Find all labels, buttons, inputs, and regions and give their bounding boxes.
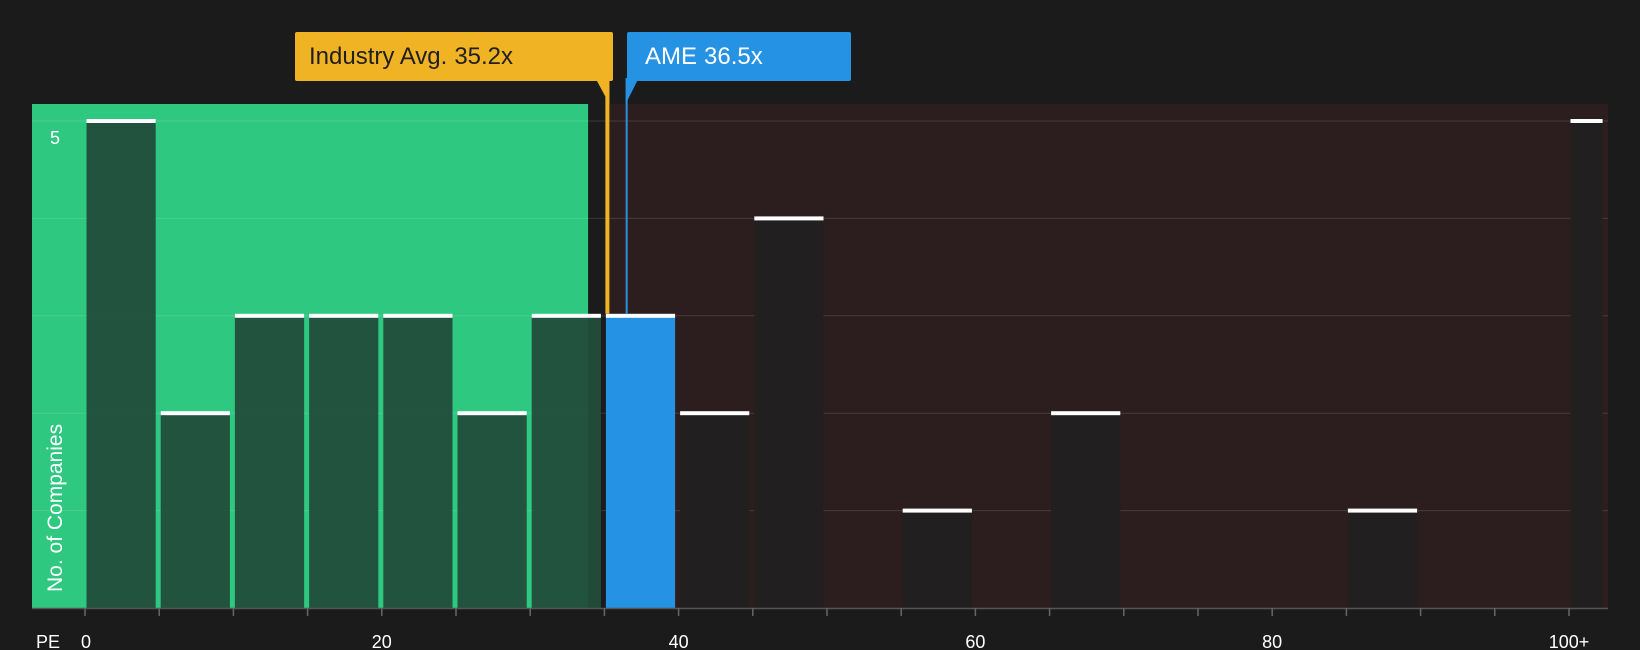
histogram-bar	[1051, 413, 1121, 608]
histogram-bar	[1347, 510, 1418, 608]
bar-top-cap	[754, 216, 824, 221]
bar-top-cap	[160, 411, 230, 416]
histogram-bar	[754, 218, 824, 608]
x-tick-label: 0	[81, 632, 91, 650]
bar-top-cap	[531, 313, 601, 318]
bar-top-cap	[680, 411, 750, 416]
histogram-bar	[457, 413, 527, 608]
histogram-bar	[309, 315, 379, 608]
histogram-bar	[383, 315, 453, 608]
bar-top-cap	[902, 508, 972, 513]
bar-top-cap	[1051, 411, 1121, 416]
x-axis-label: PE	[36, 632, 60, 650]
company-pe-value: 36.5x	[704, 42, 763, 70]
x-tick-label: 60	[965, 632, 985, 650]
histogram-bar	[160, 413, 230, 608]
x-tick-label: 40	[669, 632, 689, 650]
y-axis-label: No. of Companies	[44, 424, 67, 592]
bar-top-cap	[1347, 508, 1418, 513]
bar-top-cap	[605, 313, 676, 318]
x-tick-label: 20	[372, 632, 392, 650]
y-tick-label: 5	[50, 128, 60, 148]
bar-top-cap	[234, 313, 305, 318]
bar-top-cap	[383, 313, 453, 318]
pe-histogram-chart: 0 20 40 60 80 100+ 5 No. of Companies PE	[0, 0, 1640, 650]
x-tick-label: 80	[1262, 632, 1282, 650]
company-callout: AME 36.5x	[627, 32, 851, 81]
bar-top-cap	[1570, 119, 1603, 123]
industry-average-callout: Industry Avg. 35.2x	[295, 32, 613, 81]
histogram-bar	[86, 121, 156, 608]
company-bar	[605, 315, 676, 608]
bar-top-cap	[457, 411, 527, 416]
x-tick-label: 100+	[1549, 632, 1590, 650]
histogram-bar	[680, 413, 750, 608]
industry-average-value: 35.2x	[454, 42, 514, 70]
histogram-bar	[234, 315, 305, 608]
bar-top-cap	[86, 119, 156, 123]
histogram-bar	[531, 315, 601, 608]
industry-average-label: Industry Avg.	[309, 42, 448, 70]
bar-top-cap	[309, 313, 379, 318]
company-ticker: AME	[645, 42, 698, 70]
histogram-bar	[1570, 121, 1603, 608]
histogram-bar	[902, 510, 972, 608]
